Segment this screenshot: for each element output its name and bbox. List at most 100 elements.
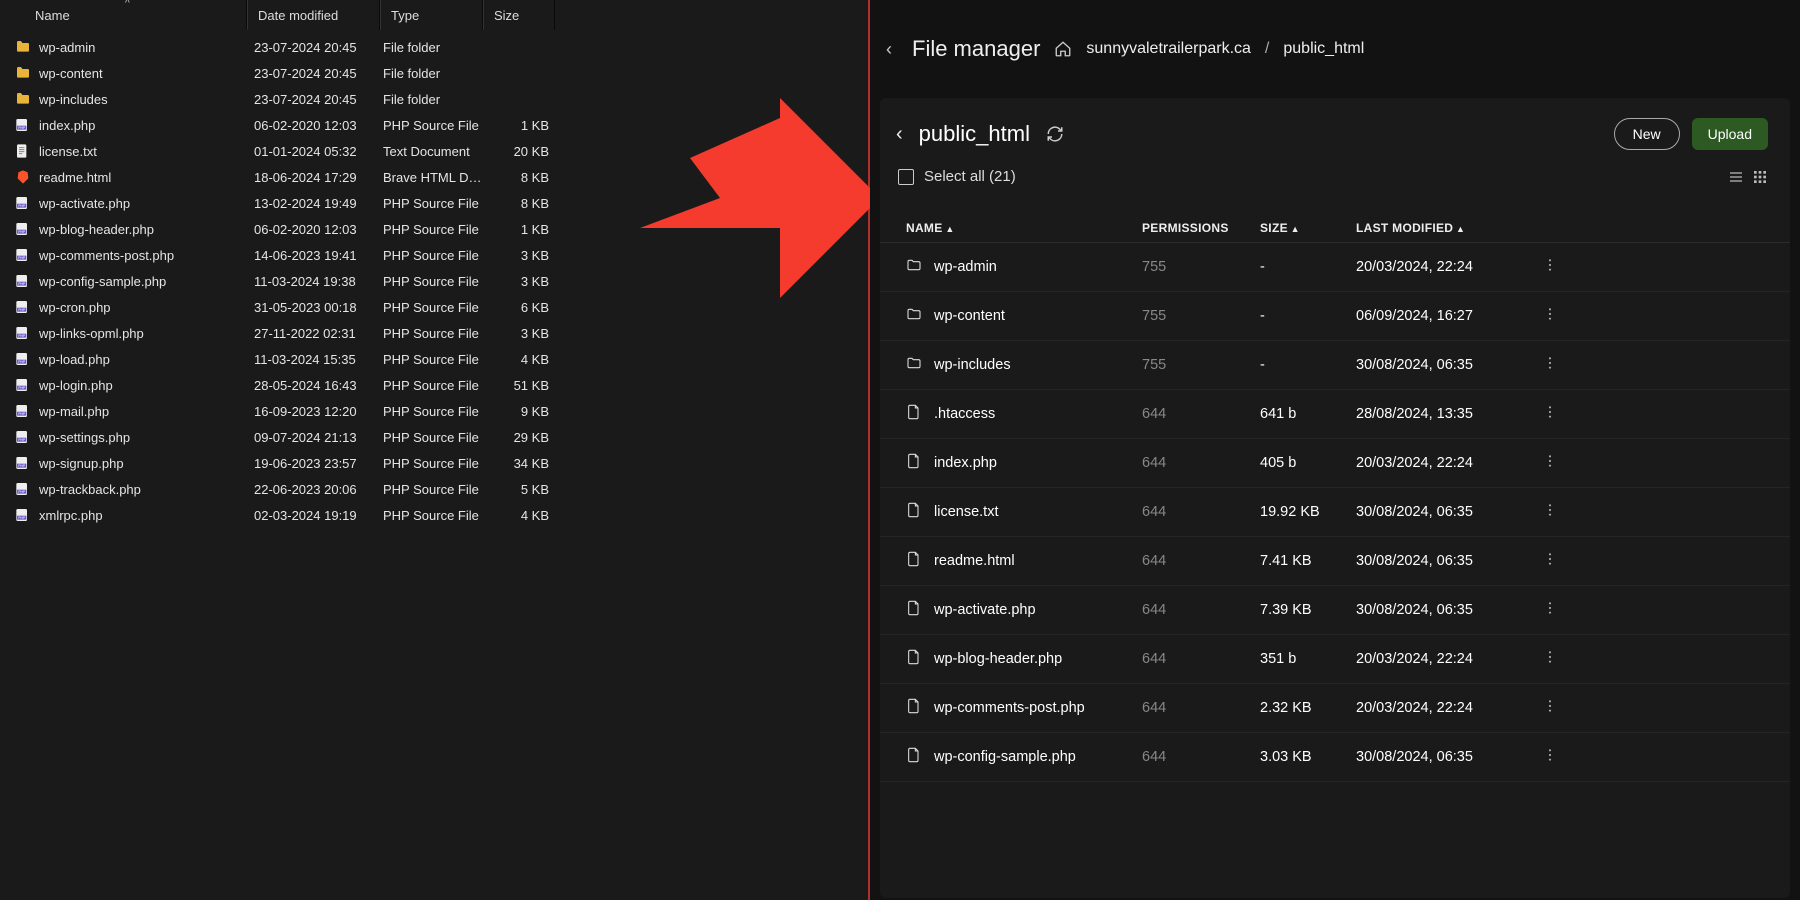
remote-file-row[interactable]: wp-activate.php6447.39 KB30/08/2024, 06:… — [880, 586, 1790, 635]
file-perm: 644 — [1142, 504, 1260, 520]
file-size: 29 KB — [487, 430, 549, 445]
local-file-row[interactable]: PHPwp-cron.php31-05-2023 00:18PHP Source… — [0, 294, 868, 320]
local-file-row[interactable]: PHPwp-comments-post.php14-06-2023 19:41P… — [0, 242, 868, 268]
remote-file-row[interactable]: wp-config-sample.php6443.03 KB30/08/2024… — [880, 733, 1790, 782]
local-explorer-pane: ^ Name Date modified Type Size wp-admin2… — [0, 0, 870, 900]
file-perm: 644 — [1142, 455, 1260, 471]
local-file-row[interactable]: PHPwp-settings.php09-07-2024 21:13PHP So… — [0, 424, 868, 450]
file-name: wp-cron.php — [39, 300, 111, 315]
local-file-row[interactable]: wp-content23-07-2024 20:45File folder — [0, 60, 868, 86]
local-file-row[interactable]: readme.html18-06-2024 17:29Brave HTML Do… — [0, 164, 868, 190]
row-actions-icon[interactable] — [1534, 453, 1558, 473]
remote-file-row[interactable]: index.php644405 b20/03/2024, 22:24 — [880, 439, 1790, 488]
local-file-row[interactable]: PHPwp-links-opml.php27-11-2022 02:31PHP … — [0, 320, 868, 346]
php-icon: PHP — [15, 429, 31, 445]
file-size: 351 b — [1260, 651, 1356, 667]
file-mod: 30/08/2024, 06:35 — [1356, 357, 1534, 373]
remote-file-row[interactable]: wp-blog-header.php644351 b20/03/2024, 22… — [880, 635, 1790, 684]
folder-title: public_html — [919, 121, 1030, 147]
file-panel: ‹ public_html New Upload Select all (21) — [880, 98, 1790, 898]
remote-file-row[interactable]: license.txt64419.92 KB30/08/2024, 06:35 — [880, 488, 1790, 537]
svg-text:PHP: PHP — [18, 438, 26, 442]
file-name: wp-content — [934, 308, 1005, 324]
file-name: wp-admin — [39, 40, 95, 55]
local-file-row[interactable]: PHPwp-config-sample.php11-03-2024 19:38P… — [0, 268, 868, 294]
folder-icon — [906, 355, 922, 375]
local-file-row[interactable]: wp-includes23-07-2024 20:45File folder — [0, 86, 868, 112]
local-file-row[interactable]: PHPwp-login.php28-05-2024 16:43PHP Sourc… — [0, 372, 868, 398]
remote-file-row[interactable]: wp-admin755-20/03/2024, 22:24 — [880, 243, 1790, 292]
file-type: PHP Source File — [380, 482, 487, 497]
svg-text:PHP: PHP — [18, 386, 26, 390]
svg-text:PHP: PHP — [18, 126, 26, 130]
file-type: PHP Source File — [380, 274, 487, 289]
local-file-row[interactable]: PHPwp-trackback.php22-06-2023 20:06PHP S… — [0, 476, 868, 502]
file-mod: 30/08/2024, 06:35 — [1356, 504, 1534, 520]
select-all-label[interactable]: Select all (21) — [924, 168, 1016, 185]
local-file-row[interactable]: PHPxmlrpc.php02-03-2024 19:19PHP Source … — [0, 502, 868, 528]
svg-text:PHP: PHP — [18, 308, 26, 312]
local-col-size[interactable]: Size — [483, 0, 555, 30]
remote-file-row[interactable]: readme.html6447.41 KB30/08/2024, 06:35 — [880, 537, 1790, 586]
php-icon: PHP — [15, 507, 31, 523]
remote-file-row[interactable]: wp-includes755-30/08/2024, 06:35 — [880, 341, 1790, 390]
php-icon: PHP — [15, 455, 31, 471]
file-name: wp-mail.php — [39, 404, 109, 419]
panel-back-button[interactable]: ‹ — [896, 123, 903, 146]
upload-button[interactable]: Upload — [1692, 118, 1768, 150]
select-all-checkbox[interactable] — [898, 169, 914, 185]
remote-col-size[interactable]: SIZE — [1260, 221, 1356, 235]
row-actions-icon[interactable] — [1534, 649, 1558, 669]
file-date: 14-06-2023 19:41 — [247, 248, 380, 263]
remote-col-perm[interactable]: PERMISSIONS — [1142, 221, 1260, 235]
row-actions-icon[interactable] — [1534, 747, 1558, 767]
local-col-name[interactable]: Name — [0, 0, 247, 30]
file-name: wp-config-sample.php — [39, 274, 166, 289]
row-actions-icon[interactable] — [1534, 551, 1558, 571]
file-size: 2.32 KB — [1260, 700, 1356, 716]
file-perm: 755 — [1142, 308, 1260, 324]
file-mod: 20/03/2024, 22:24 — [1356, 651, 1534, 667]
local-file-row[interactable]: PHPwp-load.php11-03-2024 15:35PHP Source… — [0, 346, 868, 372]
row-actions-icon[interactable] — [1534, 502, 1558, 522]
breadcrumb-root[interactable]: sunnyvaletrailerpark.ca — [1086, 40, 1251, 58]
breadcrumb-current[interactable]: public_html — [1283, 40, 1364, 58]
remote-file-row[interactable]: wp-content755-06/09/2024, 16:27 — [880, 292, 1790, 341]
view-grid-icon[interactable] — [1752, 169, 1768, 185]
file-date: 11-03-2024 19:38 — [247, 274, 380, 289]
svg-text:PHP: PHP — [18, 464, 26, 468]
local-file-row[interactable]: PHPwp-blog-header.php06-02-2020 12:03PHP… — [0, 216, 868, 242]
home-icon[interactable] — [1054, 40, 1072, 58]
local-file-row[interactable]: PHPindex.php06-02-2020 12:03PHP Source F… — [0, 112, 868, 138]
local-file-row[interactable]: PHPwp-signup.php19-06-2023 23:57PHP Sour… — [0, 450, 868, 476]
file-name: wp-load.php — [39, 352, 110, 367]
file-type: PHP Source File — [380, 508, 487, 523]
row-actions-icon[interactable] — [1534, 600, 1558, 620]
file-name: wp-trackback.php — [39, 482, 141, 497]
file-name: wp-admin — [934, 259, 997, 275]
local-file-row[interactable]: license.txt01-01-2024 05:32Text Document… — [0, 138, 868, 164]
remote-file-row[interactable]: wp-comments-post.php6442.32 KB20/03/2024… — [880, 684, 1790, 733]
back-button[interactable]: ‹ — [880, 33, 898, 66]
new-button[interactable]: New — [1614, 118, 1680, 150]
row-actions-icon[interactable] — [1534, 306, 1558, 326]
file-name: wp-signup.php — [39, 456, 124, 471]
local-col-type[interactable]: Type — [380, 0, 483, 30]
row-actions-icon[interactable] — [1534, 698, 1558, 718]
view-list-icon[interactable] — [1728, 169, 1744, 185]
file-name: wp-login.php — [39, 378, 113, 393]
row-actions-icon[interactable] — [1534, 404, 1558, 424]
remote-col-mod[interactable]: LAST MODIFIED — [1356, 221, 1534, 235]
local-file-row[interactable]: PHPwp-activate.php13-02-2024 19:49PHP So… — [0, 190, 868, 216]
local-col-date[interactable]: Date modified — [247, 0, 380, 30]
refresh-icon[interactable] — [1046, 125, 1064, 143]
local-file-row[interactable]: wp-admin23-07-2024 20:45File folder — [0, 34, 868, 60]
file-date: 09-07-2024 21:13 — [247, 430, 380, 445]
file-icon — [906, 551, 922, 571]
row-actions-icon[interactable] — [1534, 355, 1558, 375]
remote-col-name[interactable]: NAME — [902, 221, 1142, 235]
row-actions-icon[interactable] — [1534, 257, 1558, 277]
local-file-row[interactable]: PHPwp-mail.php16-09-2023 12:20PHP Source… — [0, 398, 868, 424]
remote-file-row[interactable]: .htaccess644641 b28/08/2024, 13:35 — [880, 390, 1790, 439]
remote-file-table: NAME PERMISSIONS SIZE LAST MODIFIED wp-a… — [880, 213, 1790, 782]
